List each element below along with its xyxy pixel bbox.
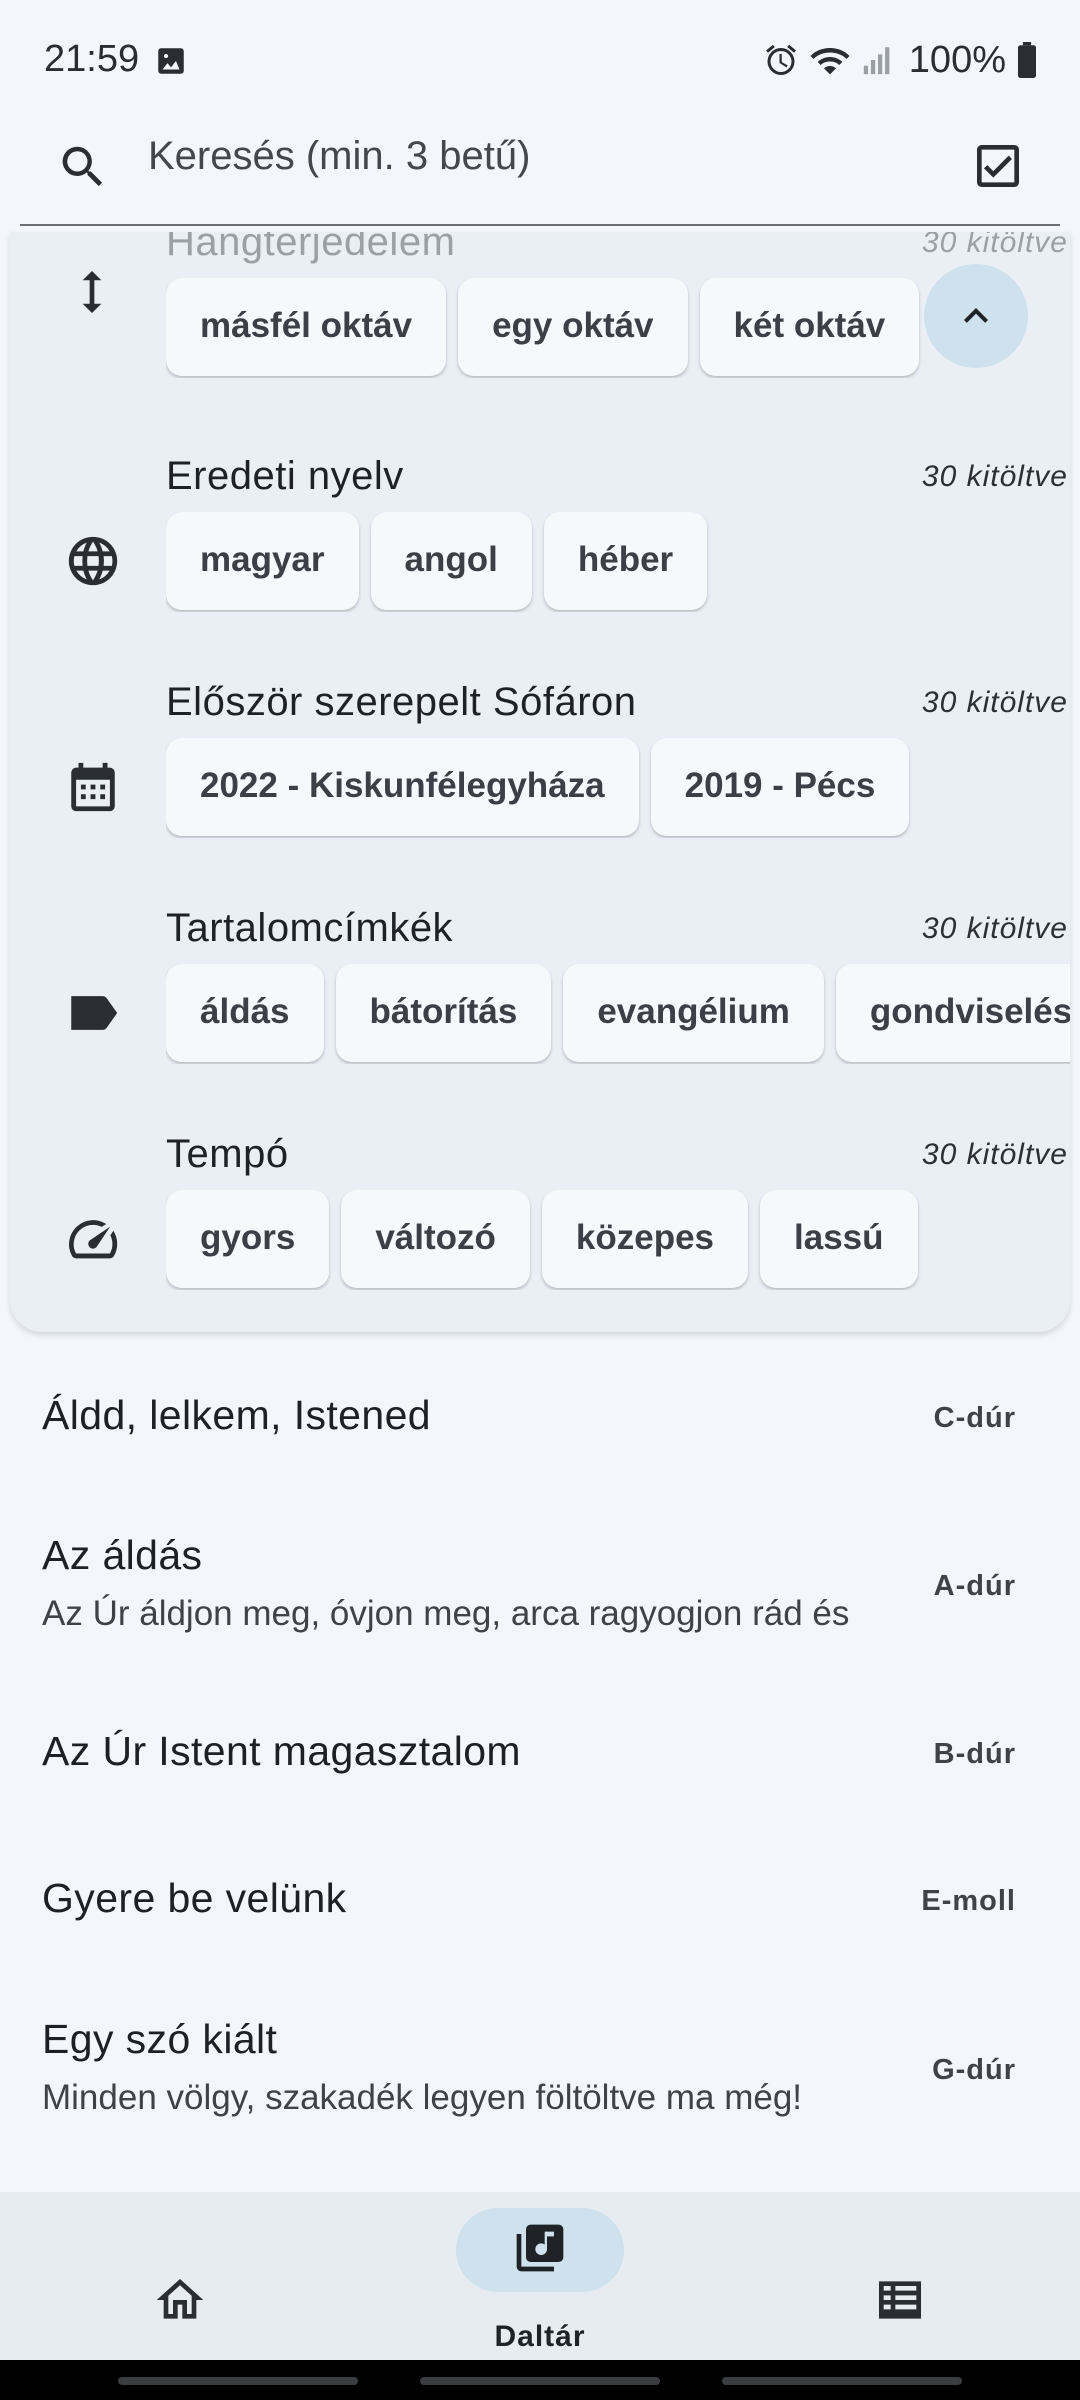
filter-title: Először szerepelt Sófáron bbox=[166, 680, 637, 724]
filter-title: Tartalomcímkék bbox=[166, 906, 454, 950]
search-bar[interactable]: Keresés (min. 3 betű) bbox=[20, 112, 1060, 226]
filter-title: Tempó bbox=[166, 1132, 289, 1176]
label-icon bbox=[64, 984, 122, 1042]
search-icon bbox=[56, 140, 110, 194]
filter-count: 30 kitöltve bbox=[921, 1138, 1068, 1171]
song-title: Áldd, lelkem, Istened bbox=[42, 1392, 431, 1438]
song-key: G-dúr bbox=[932, 2054, 1016, 2086]
signal-icon bbox=[861, 42, 895, 78]
chevron-up-icon bbox=[952, 292, 1000, 340]
music-library-icon bbox=[512, 2220, 568, 2276]
song-key: A-dúr bbox=[933, 1570, 1016, 1602]
song-title: Egy szó kiált bbox=[42, 2016, 278, 2062]
select-checkbox-icon[interactable] bbox=[970, 138, 1026, 194]
filter-chip[interactable]: 2022 - Kiskunfélegyháza bbox=[166, 738, 639, 836]
wifi-icon bbox=[809, 42, 851, 78]
filter-chip[interactable]: evangélium bbox=[563, 964, 824, 1062]
song-key: E-moll bbox=[921, 1885, 1016, 1917]
song-list-item[interactable]: Egy szó kiált Minden völgy, szakadék leg… bbox=[0, 1994, 1080, 2144]
song-key: B-dúr bbox=[933, 1738, 1016, 1770]
status-time: 21:59 bbox=[44, 38, 140, 80]
nav-list[interactable] bbox=[720, 2192, 1080, 2360]
filter-chip[interactable]: bátorítás bbox=[335, 964, 552, 1062]
gesture-segment bbox=[420, 2377, 660, 2385]
bottom-navigation: Daltár bbox=[0, 2192, 1080, 2360]
globe-icon bbox=[64, 532, 122, 590]
filter-chip[interactable]: másfél oktáv bbox=[166, 278, 447, 376]
filter-chip[interactable]: gondviselés bbox=[835, 964, 1070, 1062]
system-gesture-bar bbox=[0, 2360, 1080, 2400]
list-icon bbox=[872, 2272, 928, 2328]
filter-count: 30 kitöltve bbox=[921, 686, 1068, 719]
battery-icon bbox=[1016, 42, 1038, 78]
chip-group: 2022 - Kiskunfélegyháza 2019 - Pécs bbox=[166, 738, 1070, 838]
song-list-item[interactable]: Az Úr Istent magasztalom B-dúr bbox=[0, 1696, 1080, 1806]
alarm-icon bbox=[763, 42, 799, 78]
filter-chip[interactable]: két oktáv bbox=[699, 278, 920, 376]
filter-chip[interactable]: gyors bbox=[166, 1190, 330, 1288]
song-subtitle: Minden völgy, szakadék legyen föltöltve … bbox=[42, 2078, 803, 2117]
filter-first-appearance: Először szerepelt Sófáron 30 kitöltve 20… bbox=[10, 680, 1070, 906]
filter-content-tags: Tartalomcímkék 30 kitöltve áldás bátorítá… bbox=[10, 906, 1070, 1132]
song-title: Gyere be velünk bbox=[42, 1875, 347, 1921]
speedometer-icon bbox=[64, 1210, 122, 1268]
collapse-filters-button[interactable] bbox=[924, 264, 1028, 368]
song-subtitle: Az Úr áldjon meg, óvjon meg, arca ragyog… bbox=[42, 1594, 850, 1633]
song-list-item[interactable]: Áldd, lelkem, Istened C-dúr bbox=[0, 1360, 1080, 1470]
filter-count: 30 kitöltve bbox=[921, 232, 1068, 259]
song-list-item[interactable]: Gyere be velünk E-moll bbox=[0, 1843, 1080, 1953]
image-icon bbox=[154, 44, 188, 78]
song-title: Az áldás bbox=[42, 1532, 203, 1578]
filter-language: Eredeti nyelv 30 kitöltve magyar angol héb… bbox=[10, 454, 1070, 680]
chip-group: áldás bátorítás evangélium gondviselés bbox=[166, 964, 1070, 1064]
song-key: C-dúr bbox=[933, 1402, 1016, 1434]
filter-range: Hangterjedelem 30 kitöltve másfél oktáv e… bbox=[10, 232, 1070, 446]
filter-chip[interactable]: 2019 - Pécs bbox=[650, 738, 910, 836]
song-title: Az Úr Istent magasztalom bbox=[42, 1728, 521, 1774]
vertical-arrows-icon bbox=[64, 264, 120, 320]
calendar-icon bbox=[64, 758, 122, 816]
filter-chip[interactable]: közepes bbox=[541, 1190, 749, 1288]
filter-title: Eredeti nyelv bbox=[166, 454, 404, 498]
gesture-segment bbox=[722, 2377, 962, 2385]
filter-chip[interactable]: magyar bbox=[166, 512, 359, 610]
filter-tempo: Tempó 30 kitöltve gyors változó közepes las… bbox=[10, 1132, 1070, 1332]
chip-group: magyar angol héber bbox=[166, 512, 1070, 612]
gesture-segment bbox=[118, 2377, 358, 2385]
battery-percent: 100% bbox=[908, 38, 1006, 81]
status-bar: 21:59 100% bbox=[0, 0, 1080, 120]
filter-count: 30 kitöltve bbox=[921, 460, 1068, 493]
filter-chip[interactable]: héber bbox=[543, 512, 708, 610]
filter-chip[interactable]: lassú bbox=[760, 1190, 918, 1288]
filter-chip[interactable]: változó bbox=[341, 1190, 530, 1288]
filter-chip[interactable]: egy oktáv bbox=[458, 278, 688, 376]
filter-count: 30 kitöltve bbox=[921, 912, 1068, 945]
search-input[interactable]: Keresés (min. 3 betű) bbox=[148, 134, 530, 179]
chip-group: gyors változó közepes lassú bbox=[166, 1190, 1070, 1290]
filter-panel: Hangterjedelem 30 kitöltve másfél oktáv e… bbox=[10, 232, 1070, 1332]
song-list-item[interactable]: Az áldás Az Úr áldjon meg, óvjon meg, ar… bbox=[0, 1510, 1080, 1660]
filter-title: Hangterjedelem bbox=[166, 232, 456, 264]
filter-chip[interactable]: áldás bbox=[166, 964, 324, 1062]
filter-chip[interactable]: angol bbox=[370, 512, 532, 610]
